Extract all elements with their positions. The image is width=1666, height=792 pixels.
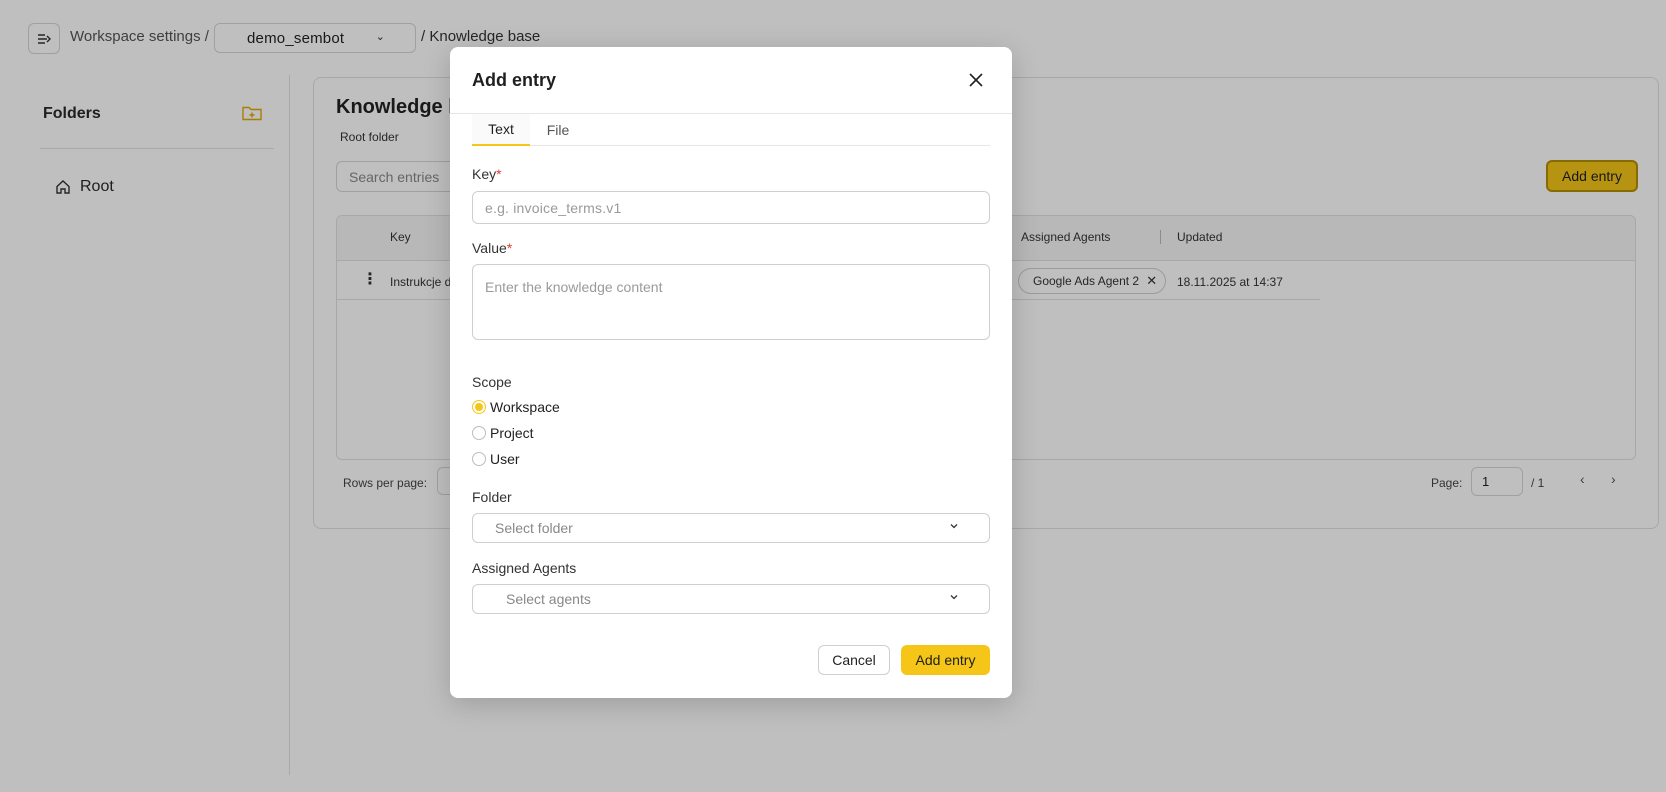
required-mark: * — [506, 240, 513, 256]
chevron-down-icon — [950, 595, 958, 600]
tab-file[interactable]: File — [530, 114, 586, 146]
scope-option-label: User — [490, 451, 520, 467]
chevron-down-icon — [950, 524, 958, 529]
radio-checked-icon[interactable] — [472, 400, 486, 414]
radio-unchecked-icon[interactable] — [472, 452, 486, 466]
key-input[interactable]: e.g. invoice_terms.v1 — [472, 191, 990, 224]
scope-option-label: Workspace — [490, 399, 560, 415]
folder-select[interactable]: Select folder — [472, 513, 990, 543]
scope-option-project[interactable]: Project — [472, 425, 534, 441]
scope-option-label: Project — [490, 425, 534, 441]
dialog-title: Add entry — [472, 70, 557, 90]
submit-add-entry-button[interactable]: Add entry — [901, 645, 990, 675]
scope-option-workspace[interactable]: Workspace — [472, 399, 560, 415]
key-label-text: Key — [472, 166, 497, 182]
folder-label: Folder — [472, 489, 512, 505]
required-mark: * — [496, 166, 502, 182]
radio-unchecked-icon[interactable] — [472, 426, 486, 440]
assigned-agents-label: Assigned Agents — [472, 560, 577, 576]
cancel-button[interactable]: Cancel — [818, 645, 890, 675]
scope-label: Scope — [472, 374, 512, 390]
tab-text[interactable]: Text — [472, 114, 530, 146]
key-label: Key* — [472, 166, 502, 182]
entry-type-tabs: Text File — [472, 114, 990, 146]
value-textarea[interactable]: Enter the knowledge content — [472, 264, 990, 340]
folder-select-placeholder: Select folder — [495, 520, 573, 536]
scope-option-user[interactable]: User — [472, 451, 520, 467]
value-label-text: Value — [472, 240, 507, 256]
add-entry-dialog: Add entry Text File Key* e.g. invoice_te… — [450, 47, 1012, 698]
agents-select-placeholder: Select agents — [506, 591, 591, 607]
value-label: Value* — [472, 240, 512, 256]
close-icon[interactable] — [967, 71, 985, 89]
agents-select[interactable]: Select agents — [472, 584, 990, 614]
